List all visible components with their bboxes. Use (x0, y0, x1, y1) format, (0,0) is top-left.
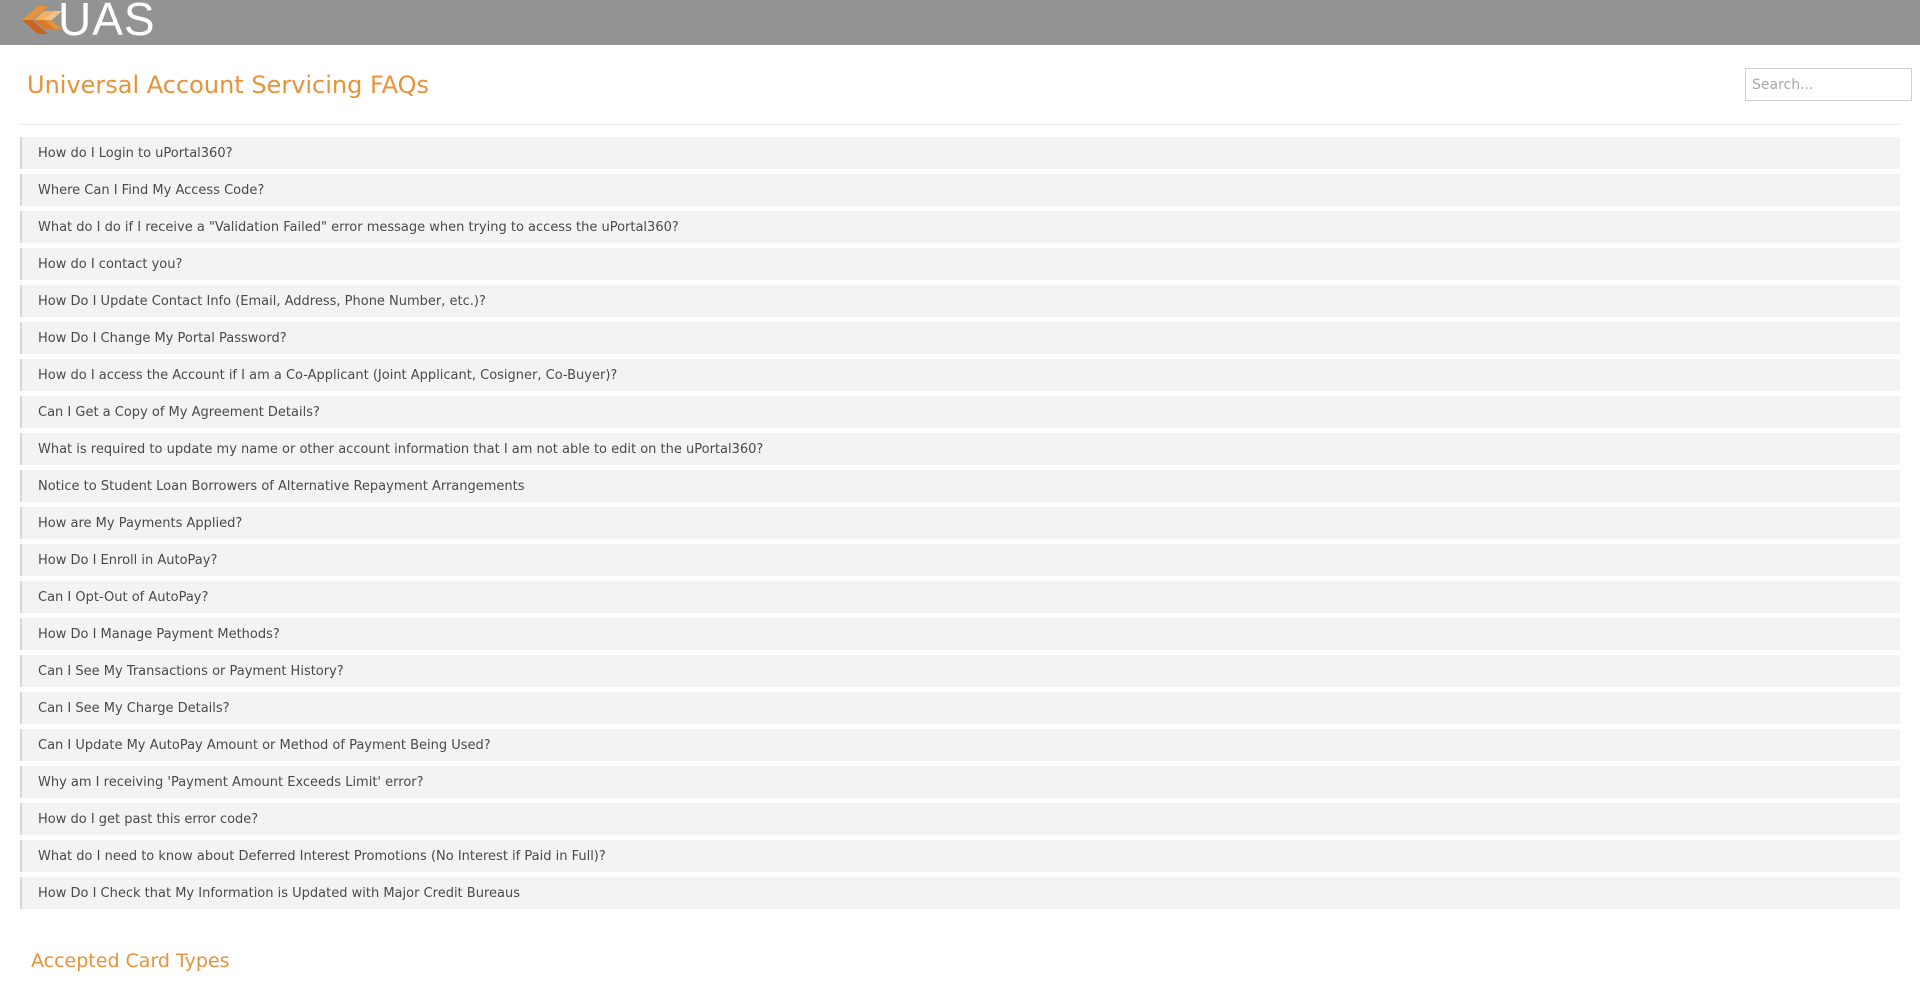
faq-item-student-loan-notice[interactable]: Notice to Student Loan Borrowers of Alte… (20, 470, 1900, 502)
faq-item-enroll-autopay[interactable]: How Do I Enroll in AutoPay? (20, 544, 1900, 576)
faq-item-label: How do I access the Account if I am a Co… (38, 367, 618, 383)
faq-item-label: Can I See My Charge Details? (38, 700, 230, 716)
faq-item-label: How do I Login to uPortal360? (38, 145, 233, 161)
faq-item-charge-details[interactable]: Can I See My Charge Details? (20, 692, 1900, 724)
faq-item-error-code[interactable]: How do I get past this error code? (20, 803, 1900, 835)
faq-item-label: How do I get past this error code? (38, 811, 259, 827)
faq-item-contact[interactable]: How do I contact you? (20, 248, 1900, 280)
faq-item-label: Can I See My Transactions or Payment His… (38, 663, 344, 679)
faq-item-access-code[interactable]: Where Can I Find My Access Code? (20, 174, 1900, 206)
faq-list: How do I Login to uPortal360? Where Can … (20, 137, 1900, 914)
faq-item-label: What is required to update my name or ot… (38, 441, 764, 457)
uas-logo[interactable]: UAS (18, 0, 198, 45)
faq-item-label: Can I Get a Copy of My Agreement Details… (38, 404, 320, 420)
faq-item-label: How Do I Enroll in AutoPay? (38, 552, 218, 568)
title-divider (20, 124, 1900, 125)
faq-item-label: What do I need to know about Deferred In… (38, 848, 606, 864)
faq-item-label: How Do I Manage Payment Methods? (38, 626, 280, 642)
faq-item-label: How do I contact you? (38, 256, 183, 272)
faq-item-payment-methods[interactable]: How Do I Manage Payment Methods? (20, 618, 1900, 650)
accepted-card-types-heading: Accepted Card Types (31, 950, 230, 972)
faq-item-update-name[interactable]: What is required to update my name or ot… (20, 433, 1900, 465)
faq-item-label: Notice to Student Loan Borrowers of Alte… (38, 478, 525, 494)
faq-item-update-autopay[interactable]: Can I Update My AutoPay Amount or Method… (20, 729, 1900, 761)
faq-item-login[interactable]: How do I Login to uPortal360? (20, 137, 1900, 169)
faq-item-agreement-copy[interactable]: Can I Get a Copy of My Agreement Details… (20, 396, 1900, 428)
faq-item-label: Can I Update My AutoPay Amount or Method… (38, 737, 491, 753)
logo-text: UAS (58, 0, 156, 45)
faq-item-update-contact-info[interactable]: How Do I Update Contact Info (Email, Add… (20, 285, 1900, 317)
faq-item-credit-bureaus[interactable]: How Do I Check that My Information is Up… (20, 877, 1900, 909)
faq-item-label: How Do I Check that My Information is Up… (38, 885, 520, 901)
page-title: Universal Account Servicing FAQs (27, 71, 429, 99)
faq-item-label: How are My Payments Applied? (38, 515, 243, 531)
faq-item-change-password[interactable]: How Do I Change My Portal Password? (20, 322, 1900, 354)
faq-item-deferred-interest[interactable]: What do I need to know about Deferred In… (20, 840, 1900, 872)
faq-item-validation-failed[interactable]: What do I do if I receive a "Validation … (20, 211, 1900, 243)
faq-item-label: Why am I receiving 'Payment Amount Excee… (38, 774, 424, 790)
faq-item-opt-out-autopay[interactable]: Can I Opt-Out of AutoPay? (20, 581, 1900, 613)
faq-item-label: Can I Opt-Out of AutoPay? (38, 589, 209, 605)
top-header-bar: UAS (0, 0, 1920, 45)
faq-item-label: How Do I Update Contact Info (Email, Add… (38, 293, 486, 309)
faq-item-label: How Do I Change My Portal Password? (38, 330, 287, 346)
faq-item-exceeds-limit[interactable]: Why am I receiving 'Payment Amount Excee… (20, 766, 1900, 798)
faq-item-co-applicant[interactable]: How do I access the Account if I am a Co… (20, 359, 1900, 391)
search-input[interactable] (1745, 68, 1912, 101)
faq-item-label: Where Can I Find My Access Code? (38, 182, 265, 198)
faq-item-payment-history[interactable]: Can I See My Transactions or Payment His… (20, 655, 1900, 687)
faq-item-label: What do I do if I receive a "Validation … (38, 219, 679, 235)
faq-item-payments-applied[interactable]: How are My Payments Applied? (20, 507, 1900, 539)
